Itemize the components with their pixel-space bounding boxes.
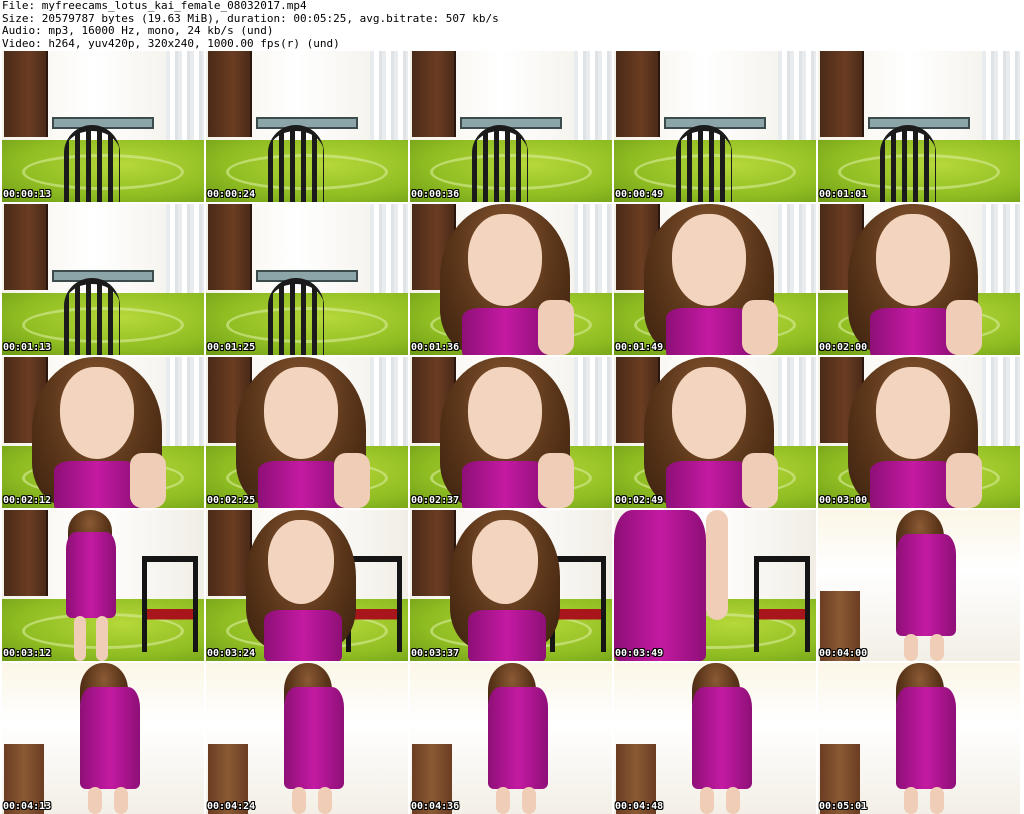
timestamp-label: 00:00:24 <box>207 189 256 200</box>
video-thumbnail: 00:02:00 <box>818 204 1020 355</box>
thumbnail-frame-image <box>410 357 612 508</box>
timestamp-label: 00:03:49 <box>615 648 664 659</box>
video-thumbnail: 00:01:49 <box>614 204 816 355</box>
thumbnail-frame-image <box>614 663 816 814</box>
thumbnail-frame-image <box>818 510 1020 661</box>
thumbnail-frame-image <box>818 204 1020 355</box>
timestamp-label: 00:01:36 <box>411 342 460 353</box>
thumbnail-frame-image <box>410 204 612 355</box>
timestamp-label: 00:02:00 <box>819 342 868 353</box>
thumbnail-grid: 00:00:13 00:00:24 00:00:36 00:00:49 00:01:01… <box>2 51 1020 814</box>
timestamp-label: 00:03:00 <box>819 495 868 506</box>
timestamp-label: 00:04:24 <box>207 801 256 812</box>
timestamp-label: 00:00:49 <box>615 189 664 200</box>
thumbnail-frame-image <box>410 51 612 202</box>
video-thumbnail: 00:01:25 <box>206 204 408 355</box>
video-thumbnail: 00:00:24 <box>206 51 408 202</box>
timestamp-label: 00:02:25 <box>207 495 256 506</box>
timestamp-label: 00:00:36 <box>411 189 460 200</box>
thumbnail-frame-image <box>614 51 816 202</box>
video-thumbnail: 00:04:36 <box>410 663 612 814</box>
timestamp-label: 00:02:12 <box>3 495 52 506</box>
file-info-header: File: myfreecams_lotus_kai_female_080320… <box>2 0 499 50</box>
thumbnail-frame-image <box>818 663 1020 814</box>
timestamp-label: 00:04:48 <box>615 801 664 812</box>
thumbnail-frame-image <box>206 357 408 508</box>
video-thumbnail: 00:02:25 <box>206 357 408 508</box>
video-thumbnail: 00:03:12 <box>2 510 204 661</box>
thumbnail-frame-image <box>410 663 612 814</box>
video-thumbnail: 00:04:48 <box>614 663 816 814</box>
video-thumbnail: 00:04:13 <box>2 663 204 814</box>
timestamp-label: 00:01:13 <box>3 342 52 353</box>
timestamp-label: 00:05:01 <box>819 801 868 812</box>
thumbnail-frame-image <box>818 51 1020 202</box>
timestamp-label: 00:04:36 <box>411 801 460 812</box>
video-thumbnail: 00:02:12 <box>2 357 204 508</box>
thumbnail-frame-image <box>818 357 1020 508</box>
video-thumbnail: 00:01:01 <box>818 51 1020 202</box>
thumbnail-frame-image <box>2 663 204 814</box>
thumbnail-frame-image <box>614 357 816 508</box>
file-name-line: File: myfreecams_lotus_kai_female_080320… <box>2 0 307 12</box>
timestamp-label: 00:02:49 <box>615 495 664 506</box>
thumbnail-frame-image <box>206 510 408 661</box>
video-thumbnail: 00:03:00 <box>818 357 1020 508</box>
thumbnail-frame-image <box>206 204 408 355</box>
video-thumbnail: 00:05:01 <box>818 663 1020 814</box>
video-thumbnail: 00:00:36 <box>410 51 612 202</box>
timestamp-label: 00:04:00 <box>819 648 868 659</box>
video-thumbnail: 00:00:49 <box>614 51 816 202</box>
video-thumbnail: 00:03:37 <box>410 510 612 661</box>
timestamp-label: 00:03:37 <box>411 648 460 659</box>
timestamp-label: 00:01:25 <box>207 342 256 353</box>
thumbnail-frame-image <box>2 51 204 202</box>
thumbnail-frame-image <box>2 204 204 355</box>
thumbnail-frame-image <box>2 357 204 508</box>
video-thumbnail: 00:01:36 <box>410 204 612 355</box>
video-info-line: Video: h264, yuv420p, 320x240, 1000.00 f… <box>2 36 340 50</box>
audio-info-line: Audio: mp3, 16000 Hz, mono, 24 kb/s (und… <box>2 24 274 37</box>
video-thumbnail: 00:02:49 <box>614 357 816 508</box>
thumbnail-frame-image <box>614 204 816 355</box>
timestamp-label: 00:01:01 <box>819 189 868 200</box>
video-thumbnail: 00:02:37 <box>410 357 612 508</box>
thumbnail-frame-image <box>2 510 204 661</box>
thumbnail-frame-image <box>206 51 408 202</box>
timestamp-label: 00:03:24 <box>207 648 256 659</box>
video-thumbnail: 00:04:00 <box>818 510 1020 661</box>
video-thumbnail: 00:01:13 <box>2 204 204 355</box>
video-thumbnail: 00:03:49 <box>614 510 816 661</box>
timestamp-label: 00:01:49 <box>615 342 664 353</box>
timestamp-label: 00:00:13 <box>3 189 52 200</box>
thumbnail-frame-image <box>410 510 612 661</box>
video-thumbnail: 00:00:13 <box>2 51 204 202</box>
video-thumbnail: 00:04:24 <box>206 663 408 814</box>
thumbnail-frame-image <box>614 510 816 661</box>
thumbnail-frame-image <box>206 663 408 814</box>
timestamp-label: 00:03:12 <box>3 648 52 659</box>
video-thumbnail: 00:03:24 <box>206 510 408 661</box>
timestamp-label: 00:02:37 <box>411 495 460 506</box>
timestamp-label: 00:04:13 <box>3 801 52 812</box>
